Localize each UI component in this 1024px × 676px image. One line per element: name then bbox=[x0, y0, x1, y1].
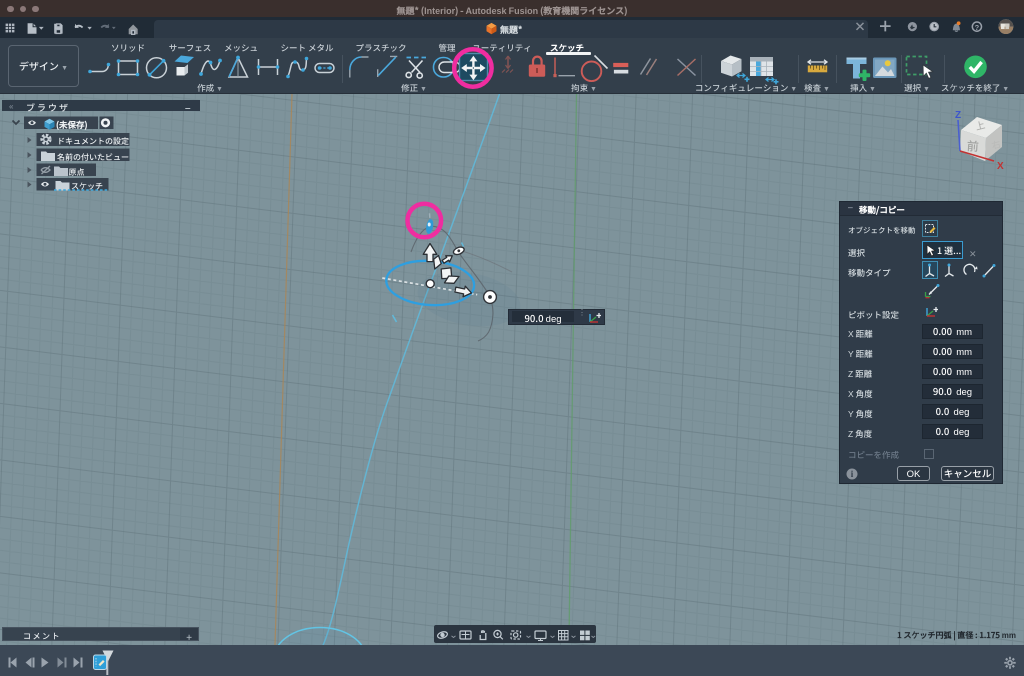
svg-text:X: X bbox=[997, 161, 1004, 172]
svg-text:前: 前 bbox=[966, 137, 979, 155]
svg-text:?: ? bbox=[975, 23, 980, 32]
svg-text:上: 上 bbox=[974, 117, 987, 133]
svg-text:Z: Z bbox=[955, 110, 961, 121]
